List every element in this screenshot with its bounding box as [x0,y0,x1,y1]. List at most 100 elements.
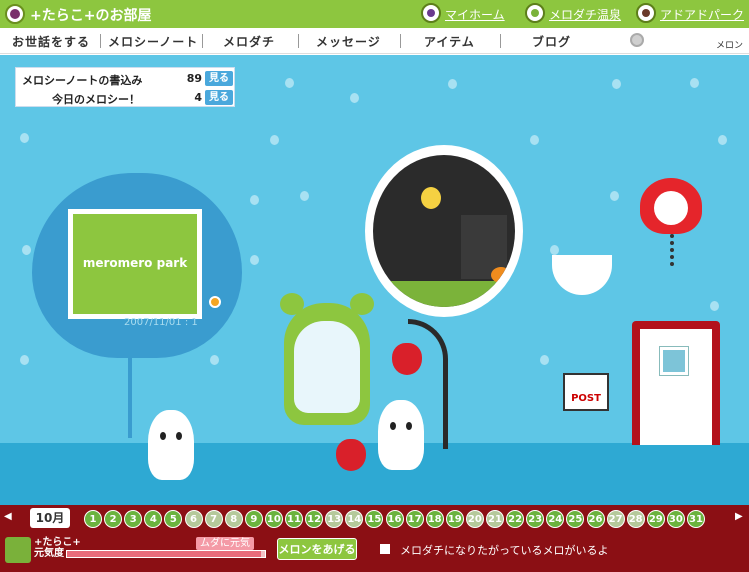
calendar-day[interactable]: 6 [184,510,203,528]
calendar-day[interactable]: 5 [164,510,183,528]
give-melon-button[interactable]: メロンをあげる [277,538,357,560]
door-window-icon [659,346,689,376]
calendar-day[interactable]: 11 [285,510,303,528]
calendar-day[interactable]: 7 [204,510,223,528]
nav-melosee-note[interactable]: メロシーノート [108,33,198,50]
strawberry-stool-icon[interactable] [336,439,366,471]
calendar-day[interactable]: 14 [345,510,364,528]
room-door[interactable] [632,321,720,445]
calendar-day[interactable]: 3 [124,510,143,528]
calendar-day[interactable]: 28 [626,510,645,528]
melon-count-label: メロン [716,41,744,51]
calendar-day[interactable]: 9 [244,510,263,528]
friend-request-checkbox[interactable] [380,544,390,554]
nav-divider [298,34,299,48]
nav-melodachi[interactable]: メロダチ [223,33,275,50]
calendar-day[interactable]: 30 [666,510,685,528]
moon-icon [421,187,441,209]
my-home-link[interactable]: マイホーム [445,6,505,23]
tv-screen[interactable]: meromero park [68,209,202,319]
calendar-day[interactable]: 8 [224,510,243,528]
today-count-label: 今日のメロシー！ [52,93,140,106]
wall-dot [350,93,359,103]
calendar-day[interactable]: 29 [646,510,665,528]
calendar-day[interactable]: 2 [104,510,123,528]
calendar-day[interactable]: 15 [365,510,384,528]
note-count-label: メロシーノートの書込み [22,74,143,87]
pet-name-line: +たらこ+ [34,537,81,548]
nav-divider [400,34,401,48]
calendar-day[interactable]: 16 [385,510,404,528]
main-nav: お世話をする メロシーノート メロダチ メッセージ アイテム ブログ メロン [0,28,749,54]
frog-mirror[interactable] [280,293,374,425]
mailbox[interactable]: POST [563,373,609,411]
character-eye [176,432,182,440]
wall-dot [540,355,549,365]
hanging-flower-pot[interactable] [552,255,612,295]
frog-eye-left [280,293,304,315]
calendar-day[interactable]: 13 [325,510,344,528]
note-count-value: 89 [186,72,202,85]
character-eye [160,432,166,440]
friend-request-label[interactable]: メロダチになりたがっているメロがいるよ [400,542,608,558]
floor [0,443,749,505]
calendar-day[interactable]: 12 [305,510,324,528]
calendar-day[interactable]: 26 [586,510,605,528]
nav-message[interactable]: メッセージ [316,33,381,50]
status-bar: +たらこ+ 元気度 ムダに元気 メロンをあげる メロダチになりたがっているメロがい… [0,532,749,572]
ad-park-icon[interactable] [636,3,656,23]
calendar-day[interactable]: 4 [144,510,163,528]
melodachi-character[interactable] [378,400,424,470]
tv-knob-icon[interactable] [209,296,221,308]
vitality-label: 元気度 [34,548,64,559]
onsen-link[interactable]: メロダチ温泉 [549,6,621,23]
calendar-day[interactable]: 17 [405,510,424,528]
wall-dot [20,133,29,143]
my-home-icon[interactable] [421,3,441,23]
window-night-view [373,155,515,307]
calendar-day[interactable]: 23 [526,510,545,528]
wall-dot [250,195,259,205]
calendar-day[interactable]: 22 [506,510,525,528]
room-title: +たらこ+のお部屋 [30,8,152,24]
ad-park-link[interactable]: アドアドパーク [660,6,744,23]
nav-blog[interactable]: ブログ [532,33,571,50]
tv-logo: meromero park [82,256,188,270]
calendar-day[interactable]: 21 [486,510,504,528]
view-today-button[interactable]: 見る [205,90,233,105]
clock-chain [670,234,674,266]
pumpkin-icon [491,267,511,283]
door-panel [640,329,712,445]
nav-divider [100,34,101,48]
calendar-day[interactable]: 20 [465,510,484,528]
wall-dot [20,355,29,365]
avatar[interactable] [5,537,31,563]
window-grass [373,281,515,307]
next-month-arrow-icon[interactable]: ▶ [735,511,747,523]
calendar-day[interactable]: 19 [445,510,464,528]
view-notes-button[interactable]: 見る [205,71,233,86]
calendar-day[interactable]: 1 [84,510,102,528]
melon-character[interactable] [148,410,194,480]
wall-dot [718,135,727,145]
wall-dot [610,191,619,201]
calendar-day[interactable]: 31 [687,510,705,528]
calendar-day[interactable]: 25 [566,510,585,528]
tv-set[interactable]: meromero park [32,173,242,358]
calendar-day[interactable]: 24 [546,510,565,528]
calendar-day[interactable]: 10 [264,510,283,528]
mood-badge: ムダに元気 [196,537,254,550]
wall-dot [270,135,279,145]
room-window[interactable] [365,145,523,317]
onsen-icon[interactable] [525,3,545,23]
nav-care[interactable]: お世話をする [12,33,90,50]
calendar-day[interactable]: 18 [425,510,444,528]
heart-clock[interactable] [640,178,702,234]
wall-dot [300,191,309,201]
wall-dot [710,301,719,311]
calendar-day[interactable]: 27 [606,510,625,528]
prev-month-arrow-icon[interactable]: ◀ [4,511,16,523]
wall-dot [210,355,219,365]
nav-item[interactable]: アイテム [424,33,475,50]
frog-eye-right [350,293,374,315]
